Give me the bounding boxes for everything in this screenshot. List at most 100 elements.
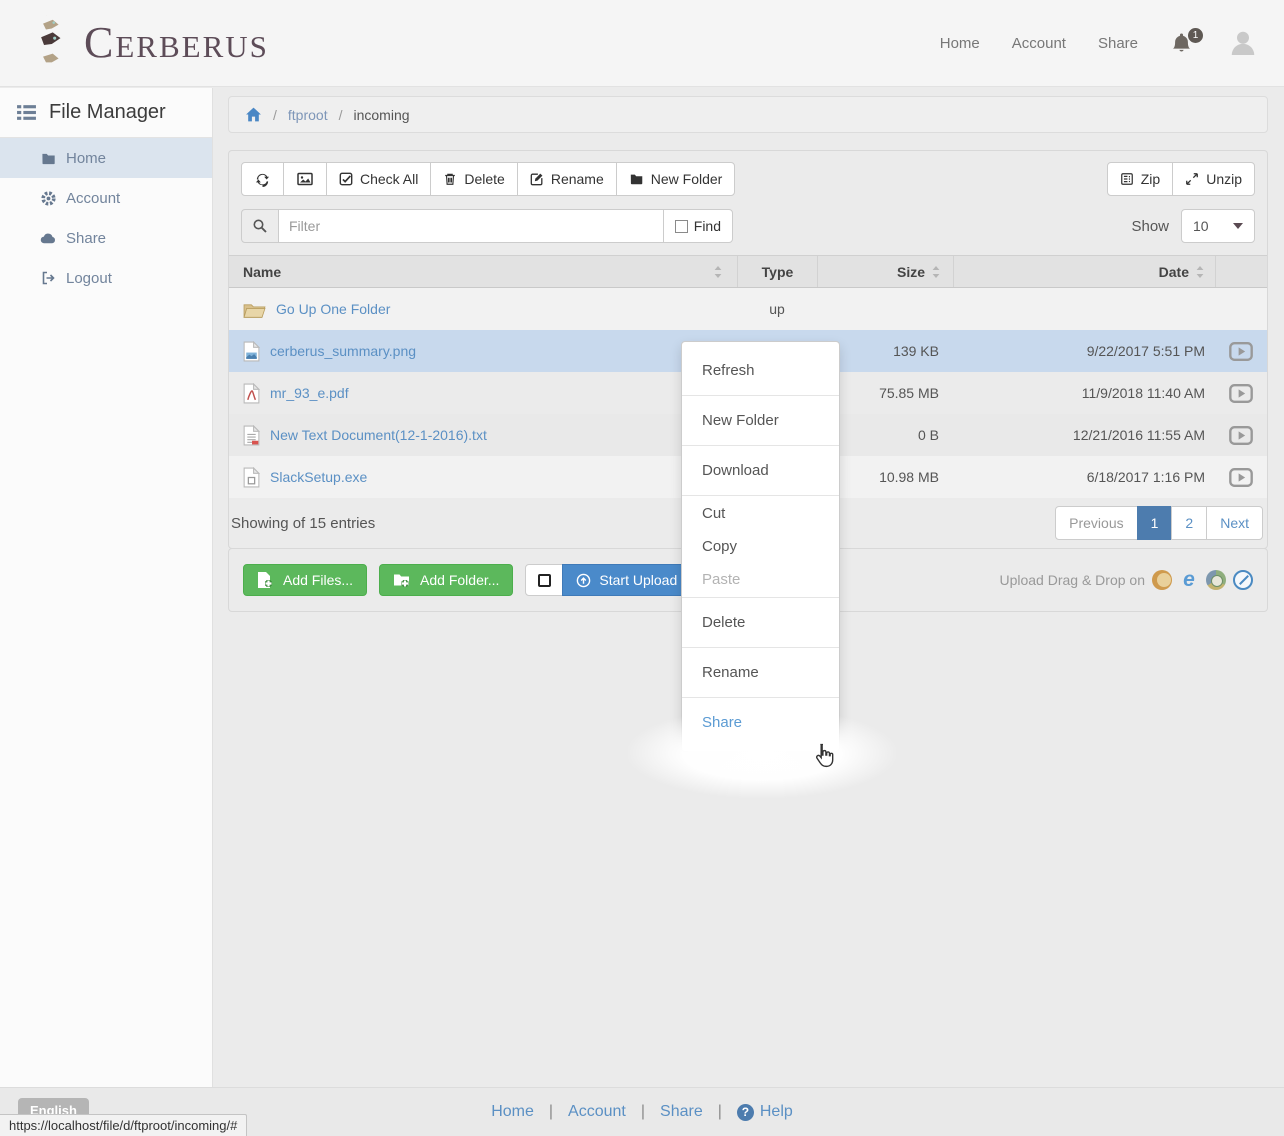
column-header-type[interactable]: Type xyxy=(737,256,817,287)
queue-play-icon[interactable] xyxy=(1229,426,1253,445)
page-1-button[interactable]: 1 xyxy=(1137,506,1173,540)
find-toggle-button[interactable]: Find xyxy=(663,209,733,243)
footer-home-link[interactable]: Home xyxy=(491,1103,534,1121)
notifications-bell-icon[interactable]: 1 xyxy=(1170,31,1196,55)
zip-button[interactable]: Zip xyxy=(1107,162,1173,196)
start-upload-button[interactable]: Start Upload xyxy=(562,564,691,596)
page-2-button[interactable]: 2 xyxy=(1171,506,1207,540)
previous-page-button[interactable]: Previous xyxy=(1055,506,1137,540)
table-row-go-up[interactable]: Go Up One Folder up xyxy=(229,288,1267,330)
expand-arrows-icon xyxy=(1185,172,1199,186)
menu-divider xyxy=(682,445,839,446)
column-header-actions xyxy=(1215,256,1267,287)
nav-home-link[interactable]: Home xyxy=(940,35,980,52)
column-header-name[interactable]: Name xyxy=(229,256,737,287)
select-all-uploads-checkbox[interactable] xyxy=(525,564,563,596)
menu-item-cut[interactable]: Cut xyxy=(682,497,839,530)
trash-icon xyxy=(443,172,457,186)
sidebar-title-label: File Manager xyxy=(49,101,166,124)
safari-icon xyxy=(1233,570,1253,590)
filter-input-group: Find xyxy=(241,209,733,243)
exe-file-icon xyxy=(243,467,260,488)
nav-account-link[interactable]: Account xyxy=(1012,35,1066,52)
ie-icon: e xyxy=(1179,570,1199,590)
rename-button[interactable]: Rename xyxy=(517,162,617,196)
nav-share-link[interactable]: Share xyxy=(1098,35,1138,52)
queue-play-icon[interactable] xyxy=(1229,468,1253,487)
footer-share-link[interactable]: Share xyxy=(660,1103,703,1121)
menu-item-copy[interactable]: Copy xyxy=(682,530,839,563)
browser-status-url: https://localhost/file/d/ftproot/incomin… xyxy=(0,1114,247,1136)
menu-item-paste: Paste xyxy=(682,563,839,596)
menu-item-new-folder[interactable]: New Folder xyxy=(682,397,839,444)
sidebar-item-account[interactable]: Account xyxy=(0,178,212,218)
chrome-icon xyxy=(1206,570,1226,590)
delete-button[interactable]: Delete xyxy=(430,162,517,196)
add-files-button[interactable]: Add Files... xyxy=(243,564,367,596)
queue-play-icon[interactable] xyxy=(1229,384,1253,403)
file-link[interactable]: mr_93_e.pdf xyxy=(270,385,349,401)
question-circle-icon: ? xyxy=(737,1104,754,1121)
add-folder-button[interactable]: Add Folder... xyxy=(379,564,513,596)
file-link[interactable]: cerberus_summary.png xyxy=(270,343,416,359)
upload-circle-icon xyxy=(576,573,591,588)
queue-play-icon[interactable] xyxy=(1229,342,1253,361)
file-link[interactable]: New Text Document(12-1-2016).txt xyxy=(270,427,487,443)
brand-logo: Cerberus xyxy=(14,12,269,74)
breadcrumb: / ftproot / incoming xyxy=(228,96,1268,133)
new-folder-button[interactable]: New Folder xyxy=(616,162,736,196)
refresh-button[interactable] xyxy=(241,162,284,196)
menu-item-rename[interactable]: Rename xyxy=(682,649,839,696)
zip-icon xyxy=(1120,172,1134,186)
column-header-size[interactable]: Size xyxy=(817,256,953,287)
file-link[interactable]: Go Up One Folder xyxy=(276,301,390,317)
sidebar-item-home[interactable]: Home xyxy=(0,138,212,178)
pdf-file-icon xyxy=(243,383,260,404)
edit-icon xyxy=(530,172,544,186)
hand-cursor-icon xyxy=(811,743,835,771)
filter-input[interactable] xyxy=(279,209,664,243)
page-size-select[interactable]: 10 xyxy=(1181,209,1255,243)
sidebar-item-share[interactable]: Share xyxy=(0,218,212,258)
next-page-button[interactable]: Next xyxy=(1206,506,1263,540)
thumbnail-view-button[interactable] xyxy=(283,162,327,196)
sort-icon[interactable] xyxy=(1195,265,1205,279)
sidebar: File Manager Home Account Share xyxy=(0,88,213,1087)
logout-icon xyxy=(40,270,57,286)
folder-icon xyxy=(629,172,644,186)
unzip-button[interactable]: Unzip xyxy=(1172,162,1255,196)
find-checkbox[interactable] xyxy=(675,220,688,233)
breadcrumb-ftproot[interactable]: ftproot xyxy=(288,107,328,123)
menu-divider xyxy=(682,597,839,598)
context-menu: Refresh New Folder Download Cut Copy Pas… xyxy=(681,341,840,752)
drag-drop-info: Upload Drag & Drop on e xyxy=(999,570,1253,590)
sidebar-item-logout[interactable]: Logout xyxy=(0,258,212,298)
notification-badge: 1 xyxy=(1188,28,1203,43)
menu-divider xyxy=(682,647,839,648)
filter-row: Find Show 10 xyxy=(229,207,1267,255)
toolbar-left-group: Check All Delete Rename xyxy=(241,162,735,196)
home-icon[interactable] xyxy=(245,106,262,123)
firefox-icon xyxy=(1152,570,1172,590)
menu-divider xyxy=(682,697,839,698)
check-all-button[interactable]: Check All xyxy=(326,162,431,196)
sort-icon[interactable] xyxy=(713,265,723,279)
search-icon xyxy=(241,209,279,243)
column-header-date[interactable]: Date xyxy=(953,256,1215,287)
folder-up-icon xyxy=(243,300,266,319)
menu-divider xyxy=(682,395,839,396)
check-square-icon xyxy=(339,172,353,186)
sort-icon[interactable] xyxy=(931,265,941,279)
cerberus-file-manager: Cerberus Home Account Share 1 xyxy=(0,0,1284,1136)
menu-item-refresh[interactable]: Refresh xyxy=(682,347,839,394)
menu-item-delete[interactable]: Delete xyxy=(682,599,839,646)
menu-item-share[interactable]: Share xyxy=(682,699,839,746)
folder-plus-icon xyxy=(393,571,411,589)
footer-help-link[interactable]: ? Help xyxy=(737,1103,793,1121)
menu-item-download[interactable]: Download xyxy=(682,447,839,494)
file-link[interactable]: SlackSetup.exe xyxy=(270,469,367,485)
footer-account-link[interactable]: Account xyxy=(568,1103,626,1121)
text-file-icon xyxy=(243,425,260,446)
user-avatar-icon[interactable] xyxy=(1228,28,1258,58)
toolbar-right-group: Zip Unzip xyxy=(1107,162,1255,196)
